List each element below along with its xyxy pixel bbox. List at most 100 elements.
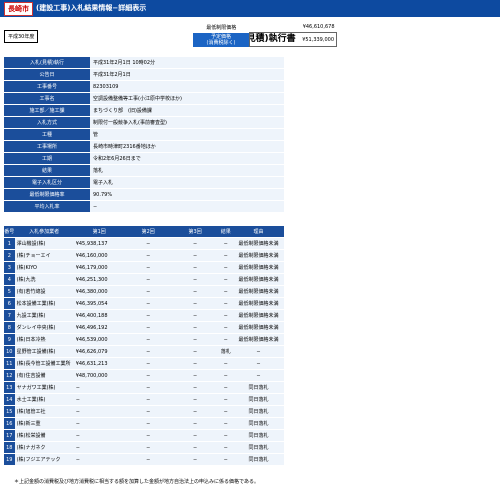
bid-no: 17 [4, 430, 15, 441]
bid-round3: − [171, 346, 219, 357]
info-label: 施工部／施工課 [4, 105, 90, 116]
bid-round1: ¥46,400,188 [73, 310, 125, 321]
info-value: 制限付一般競争入札(事前審査型) [90, 117, 284, 128]
info-row: 平均入札率 − [4, 201, 284, 212]
info-row: 電子入札区分 電子入札 [4, 177, 284, 188]
bid-round3: − [171, 418, 219, 429]
bid-no: 3 [4, 262, 15, 273]
bid-company: ダンレイ中央(株) [14, 322, 74, 333]
bid-round2: − [124, 298, 172, 309]
bid-result: − [218, 442, 233, 453]
bid-reason: 最低制限価格未満 [232, 310, 284, 321]
bid-round3: − [171, 394, 219, 405]
header-title: (建設工事)入札結果情報−詳細表示 [36, 4, 147, 12]
bid-round3: − [171, 274, 219, 285]
bid-company: (株)日本冷熱 [14, 334, 74, 345]
bid-round2: − [124, 394, 172, 405]
bid-no: 5 [4, 286, 15, 297]
col-reason: 理由 [232, 226, 284, 237]
table-row: 16 (株)新三重 − − − − 同日落札 [4, 418, 284, 429]
bid-no: 12 [4, 370, 15, 381]
bid-reason: 同日落札 [232, 418, 284, 429]
bid-company: (株)ナガネク [14, 442, 74, 453]
min-price-value: ¥46,610,678 [302, 24, 335, 30]
bid-round3: − [171, 250, 219, 261]
bid-result: − [218, 250, 233, 261]
table-row: 3 (株)KIYO ¥46,179,000− − − 最低制限価格未満 [4, 262, 284, 273]
bid-reason: 同日落札 [232, 406, 284, 417]
bid-company: (株)九洗 [14, 274, 74, 285]
bid-round3: − [171, 382, 219, 393]
price-table: 最低制限価格 ¥46,610,678 予定価格 (消費税除く) ¥51,339,… [193, 22, 337, 47]
bid-reason: 最低制限価格未満 [232, 322, 284, 333]
info-value: 82303109 [90, 81, 284, 92]
table-row: 15 (株)旭管工社 − − − − 同日落札 [4, 406, 284, 417]
bid-company: ヤナガワ工業(株) [14, 382, 74, 393]
bid-result: − [218, 310, 233, 321]
bid-no: 11 [4, 358, 15, 369]
info-row: 入札方式 制限付一般競争入札(事前審査型) [4, 117, 284, 128]
bid-no: 7 [4, 310, 15, 321]
bid-reason: 最低制限価格未満 [232, 286, 284, 297]
bid-round3: − [171, 442, 219, 453]
bid-result: − [218, 430, 233, 441]
table-row: 1 澤山機設(株) ¥45,938,137− − − 最低制限価格未満 [4, 238, 284, 249]
bid-round1: ¥45,938,137 [73, 238, 125, 249]
info-label: 電子入札区分 [4, 177, 90, 188]
bid-no: 14 [4, 394, 15, 405]
bid-round1: − [73, 454, 125, 465]
bid-company: (株)新三重 [14, 418, 74, 429]
info-label: 最低制限価格率 [4, 189, 90, 200]
bid-reason: 同日落札 [232, 382, 284, 393]
bid-reason: 最低制限価格未満 [232, 238, 284, 249]
bid-round1: − [73, 406, 125, 417]
info-row: 最低制限価格率 90.79% [4, 189, 284, 200]
bid-round3: − [171, 334, 219, 345]
bid-result: − [218, 334, 233, 345]
bid-company: 九設工業(株) [14, 310, 74, 321]
bid-round1: ¥46,179,000 [73, 262, 125, 273]
bid-reason: 最低制限価格未満 [232, 334, 284, 345]
table-row: 18 (株)ナガネク − − − − 同日落札 [4, 442, 284, 453]
table-row: 8 ダンレイ中央(株) ¥46,496,192− − − 最低制限価格未満 [4, 322, 284, 333]
bid-round3: − [171, 370, 219, 381]
col-round1: 第1回 [73, 226, 125, 237]
bid-company: (有)住吉設備 [14, 370, 74, 381]
info-table: 入札(見積)執行 平成31年2月1日 10時02分 公告日 平成31年2月1日 工事番号… [4, 56, 284, 213]
info-label: 工事場所 [4, 141, 90, 152]
bid-round1: − [73, 418, 125, 429]
bid-round1: ¥46,160,000 [73, 250, 125, 261]
bids-header-row: 番号 入札参加業者 第1回 第2回 第3回 結果 理由 [4, 226, 284, 237]
info-value: 空調設備整備等工事(小江原中学校ほか) [90, 93, 284, 104]
bid-round2: − [124, 370, 172, 381]
bid-no: 2 [4, 250, 15, 261]
bid-reason: 同日落札 [232, 430, 284, 441]
info-value: 長崎市時津町2316番地ほか [90, 141, 284, 152]
bid-round1: ¥46,395,054 [73, 298, 125, 309]
info-row: 工期 令和2年6月26日まで [4, 153, 284, 164]
bid-round2: − [124, 286, 172, 297]
bid-reason: 最低制限価格未満 [232, 274, 284, 285]
bid-round3: − [171, 298, 219, 309]
bid-round1: ¥48,700,000 [73, 370, 125, 381]
bid-no: 9 [4, 334, 15, 345]
bid-round2: − [124, 334, 172, 345]
bid-company: (株)チョーエイ [14, 250, 74, 261]
bid-round2: − [124, 310, 172, 321]
bid-result: − [218, 406, 233, 417]
bid-round1: ¥46,631,213 [73, 358, 125, 369]
bid-round1: ¥46,496,192 [73, 322, 125, 333]
bid-company: 澤山機設(株) [14, 238, 74, 249]
info-label: 入札方式 [4, 117, 90, 128]
bid-round1: − [73, 394, 125, 405]
bid-round1: ¥46,539,000 [73, 334, 125, 345]
city-logo[interactable]: 長崎市 [4, 2, 33, 16]
bid-round2: − [124, 346, 172, 357]
info-label: 公告日 [4, 69, 90, 80]
table-row: 11 (株)長今管工設備工業所 ¥46,631,213− − − − [4, 358, 284, 369]
table-row: 6 松本設備工業(株) ¥46,395,054− − − 最低制限価格未満 [4, 298, 284, 309]
bid-reason: 同日落札 [232, 442, 284, 453]
table-row: 14 水士工業(株) − − − − 同日落札 [4, 394, 284, 405]
page: 長崎市 (建設工事)入札結果情報−詳細表示 平成30年度 入札(見積)執行書 最… [0, 0, 500, 493]
bid-round3: − [171, 262, 219, 273]
